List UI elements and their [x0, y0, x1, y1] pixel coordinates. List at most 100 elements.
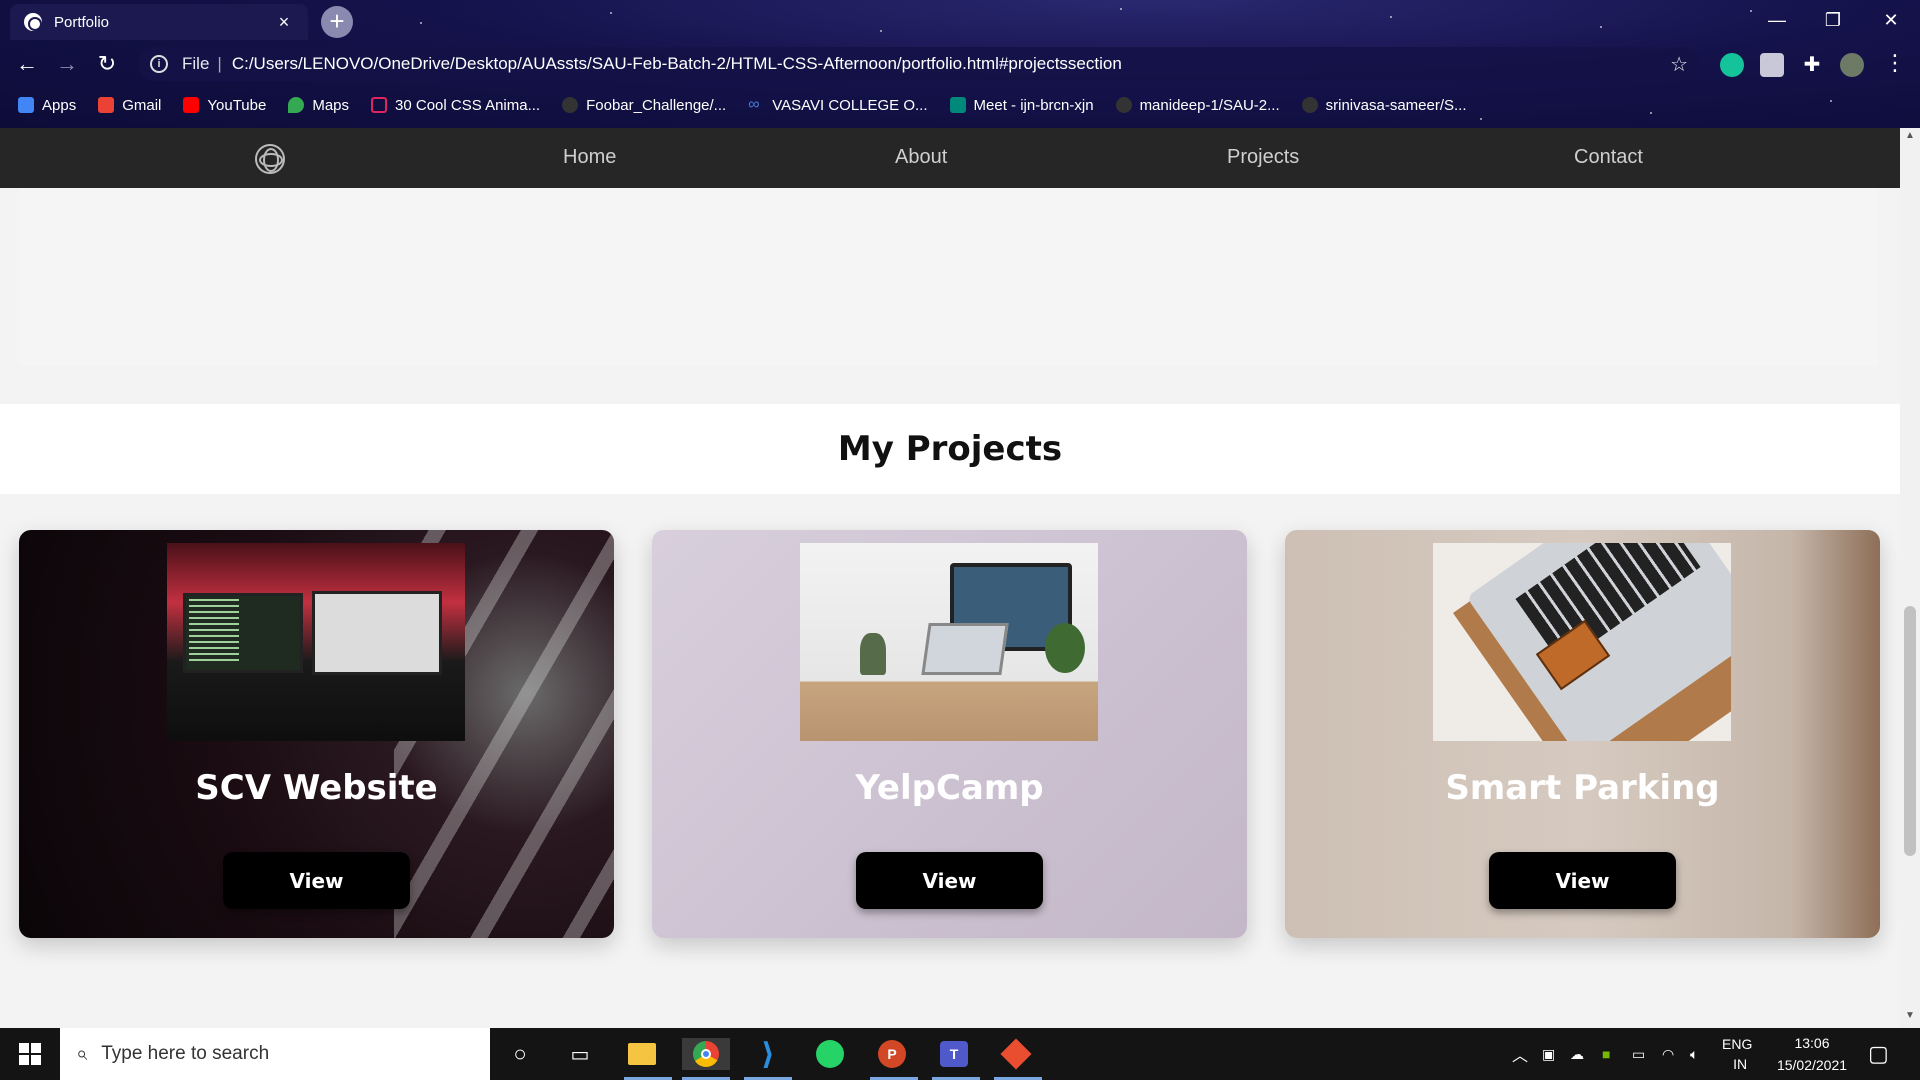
teams-icon[interactable]: T: [938, 1038, 970, 1070]
page-viewport: Home About Projects Contact My Projects …: [0, 128, 1900, 1028]
git-app-icon[interactable]: [1000, 1038, 1032, 1070]
chrome-icon[interactable]: [682, 1038, 730, 1070]
cortana-circle-icon[interactable]: ○: [504, 1038, 536, 1070]
nav-link-contact[interactable]: Contact: [1574, 146, 1643, 169]
whatsapp-icon[interactable]: [814, 1038, 846, 1070]
meet-now-icon[interactable]: ▣: [1542, 1028, 1555, 1080]
reload-icon[interactable]: ↻: [87, 44, 127, 84]
apps-grid-icon: [18, 97, 34, 113]
clock-time: 13:06: [1794, 1035, 1830, 1051]
gmail-icon: [98, 97, 115, 113]
project-card: SCV Website View: [19, 530, 614, 938]
new-tab-button[interactable]: +: [321, 6, 353, 38]
aperture-logo-icon[interactable]: [255, 144, 285, 174]
tab-title: Portfolio: [54, 13, 110, 31]
back-arrow-icon[interactable]: ←: [7, 44, 47, 84]
nav-link-about[interactable]: About: [895, 146, 947, 169]
windows-logo-icon: [19, 1043, 41, 1065]
bookmark-item[interactable]: 30 Cool CSS Anima...: [371, 97, 540, 114]
view-project-button[interactable]: View: [1489, 852, 1676, 909]
scroll-down-arrow-icon[interactable]: ▼: [1900, 1010, 1920, 1026]
site-info-icon[interactable]: i: [150, 55, 168, 73]
onedrive-cloud-icon[interactable]: ☁: [1570, 1028, 1584, 1080]
browser-chrome: Portfolio × + — ❐ ✕ ← → ↻ i File | C:/Us…: [0, 0, 1920, 128]
bookmarks-bar: Apps Gmail YouTube Maps 30 Cool CSS Anim…: [0, 92, 1920, 118]
project-thumbnail-image: [167, 543, 465, 741]
show-hidden-icons-chevron-icon[interactable]: ︿: [1512, 1028, 1528, 1080]
input-language-indicator[interactable]: ENG IN: [1722, 1028, 1752, 1080]
restore-window-icon[interactable]: ❐: [1804, 0, 1862, 40]
region-code: IN: [1733, 1056, 1748, 1072]
start-button[interactable]: [0, 1028, 60, 1080]
maps-pin-icon: [288, 97, 305, 113]
project-thumbnail-image: [1433, 543, 1731, 741]
bookmark-star-icon[interactable]: ☆: [1670, 52, 1688, 77]
browser-toolbar: ← → ↻ i File | C:/Users/LENOVO/OneDrive/…: [0, 44, 1920, 84]
project-card: YelpCamp View: [652, 530, 1247, 938]
bookmark-label: manideep-1/SAU-2...: [1139, 96, 1280, 114]
bookmark-item[interactable]: Foobar_Challenge/...: [562, 97, 726, 114]
forward-arrow-icon[interactable]: →: [47, 44, 87, 84]
volume-icon[interactable]: 🔈︎: [1690, 1028, 1698, 1080]
battery-icon[interactable]: ▭: [1632, 1028, 1645, 1080]
projects-header: My Projects: [0, 404, 1900, 494]
clock-date: 15/02/2021: [1776, 1057, 1848, 1073]
nav-link-home[interactable]: Home: [563, 146, 616, 169]
bookmark-item[interactable]: manideep-1/SAU-2...: [1115, 96, 1280, 114]
bookmark-label: VASAVI COLLEGE O...: [772, 96, 928, 114]
system-clock[interactable]: 13:06 15/02/2021: [1768, 1028, 1856, 1080]
bookmark-item[interactable]: Meet - ijn-brcn-xjn: [949, 97, 1094, 114]
view-project-button[interactable]: View: [856, 852, 1043, 909]
previous-section-block: [20, 188, 1878, 366]
minimize-window-icon[interactable]: —: [1748, 0, 1806, 40]
github-icon: [1115, 97, 1132, 113]
bookmark-label: srinivasa-sameer/S...: [1325, 96, 1467, 114]
windows-taskbar: ⌕ Type here to search ○ ▭ ⟩ P T ︿ ▣ ☁ ■ …: [0, 1028, 1920, 1080]
browser-menu-icon[interactable]: ⋮: [1884, 50, 1906, 76]
search-icon: ⌕: [76, 1042, 88, 1065]
bookmark-label: 30 Cool CSS Anima...: [395, 96, 541, 114]
mail-envelope-icon: [371, 97, 388, 113]
page-scrollbar[interactable]: ▲ ▼: [1900, 128, 1920, 1028]
address-bar[interactable]: i File | C:/Users/LENOVO/OneDrive/Deskto…: [138, 47, 1700, 81]
profile-avatar[interactable]: [1840, 53, 1864, 77]
bookmark-item[interactable]: ∞ VASAVI COLLEGE O...: [748, 97, 927, 114]
address-scheme: File: [182, 54, 210, 73]
nav-link-projects[interactable]: Projects: [1227, 146, 1299, 169]
grammarly-extension-icon[interactable]: [1720, 53, 1744, 77]
powerpoint-icon[interactable]: P: [876, 1038, 908, 1070]
tab-strip: Portfolio × + — ❐ ✕: [0, 0, 1920, 40]
search-placeholder: Type here to search: [101, 1043, 270, 1064]
close-window-icon[interactable]: ✕: [1862, 0, 1920, 40]
bookmark-label: Apps: [42, 96, 77, 114]
bookmark-label: Maps: [312, 96, 350, 114]
vscode-icon[interactable]: ⟩: [752, 1038, 784, 1071]
extensions-puzzle-icon[interactable]: ✚: [1800, 53, 1824, 77]
tab-portfolio[interactable]: Portfolio ×: [10, 4, 308, 40]
github-icon: [562, 97, 579, 113]
taskbar-search-box[interactable]: ⌕ Type here to search: [60, 1028, 490, 1080]
bookmark-label: Foobar_Challenge/...: [586, 96, 727, 114]
bookmark-item[interactable]: Gmail: [98, 97, 161, 114]
project-card: Smart Parking View: [1285, 530, 1880, 938]
extension-icon[interactable]: [1760, 53, 1784, 77]
google-meet-icon: [949, 97, 966, 113]
nvidia-icon[interactable]: ■: [1602, 1028, 1610, 1080]
file-explorer-icon[interactable]: [626, 1038, 658, 1070]
scrollbar-thumb[interactable]: [1904, 606, 1916, 856]
project-thumbnail-image: [800, 543, 1098, 741]
bookmark-item[interactable]: YouTube: [183, 97, 266, 114]
bookmark-item[interactable]: Maps: [288, 97, 349, 114]
project-name: YelpCamp: [855, 768, 1044, 808]
tab-close-icon[interactable]: ×: [274, 12, 294, 33]
bookmark-item[interactable]: srinivasa-sameer/S...: [1301, 96, 1467, 114]
view-project-button[interactable]: View: [223, 852, 410, 909]
task-view-icon[interactable]: ▭: [564, 1038, 596, 1070]
language-code: ENG: [1722, 1036, 1753, 1052]
github-icon: [1301, 97, 1318, 113]
bookmark-item[interactable]: Apps: [18, 97, 76, 114]
address-url[interactable]: C:/Users/LENOVO/OneDrive/Desktop/AUAssts…: [232, 54, 1670, 74]
scroll-up-arrow-icon[interactable]: ▲: [1900, 130, 1920, 146]
notifications-icon[interactable]: ▢: [1868, 1028, 1889, 1080]
wifi-icon[interactable]: ◠: [1662, 1028, 1674, 1080]
